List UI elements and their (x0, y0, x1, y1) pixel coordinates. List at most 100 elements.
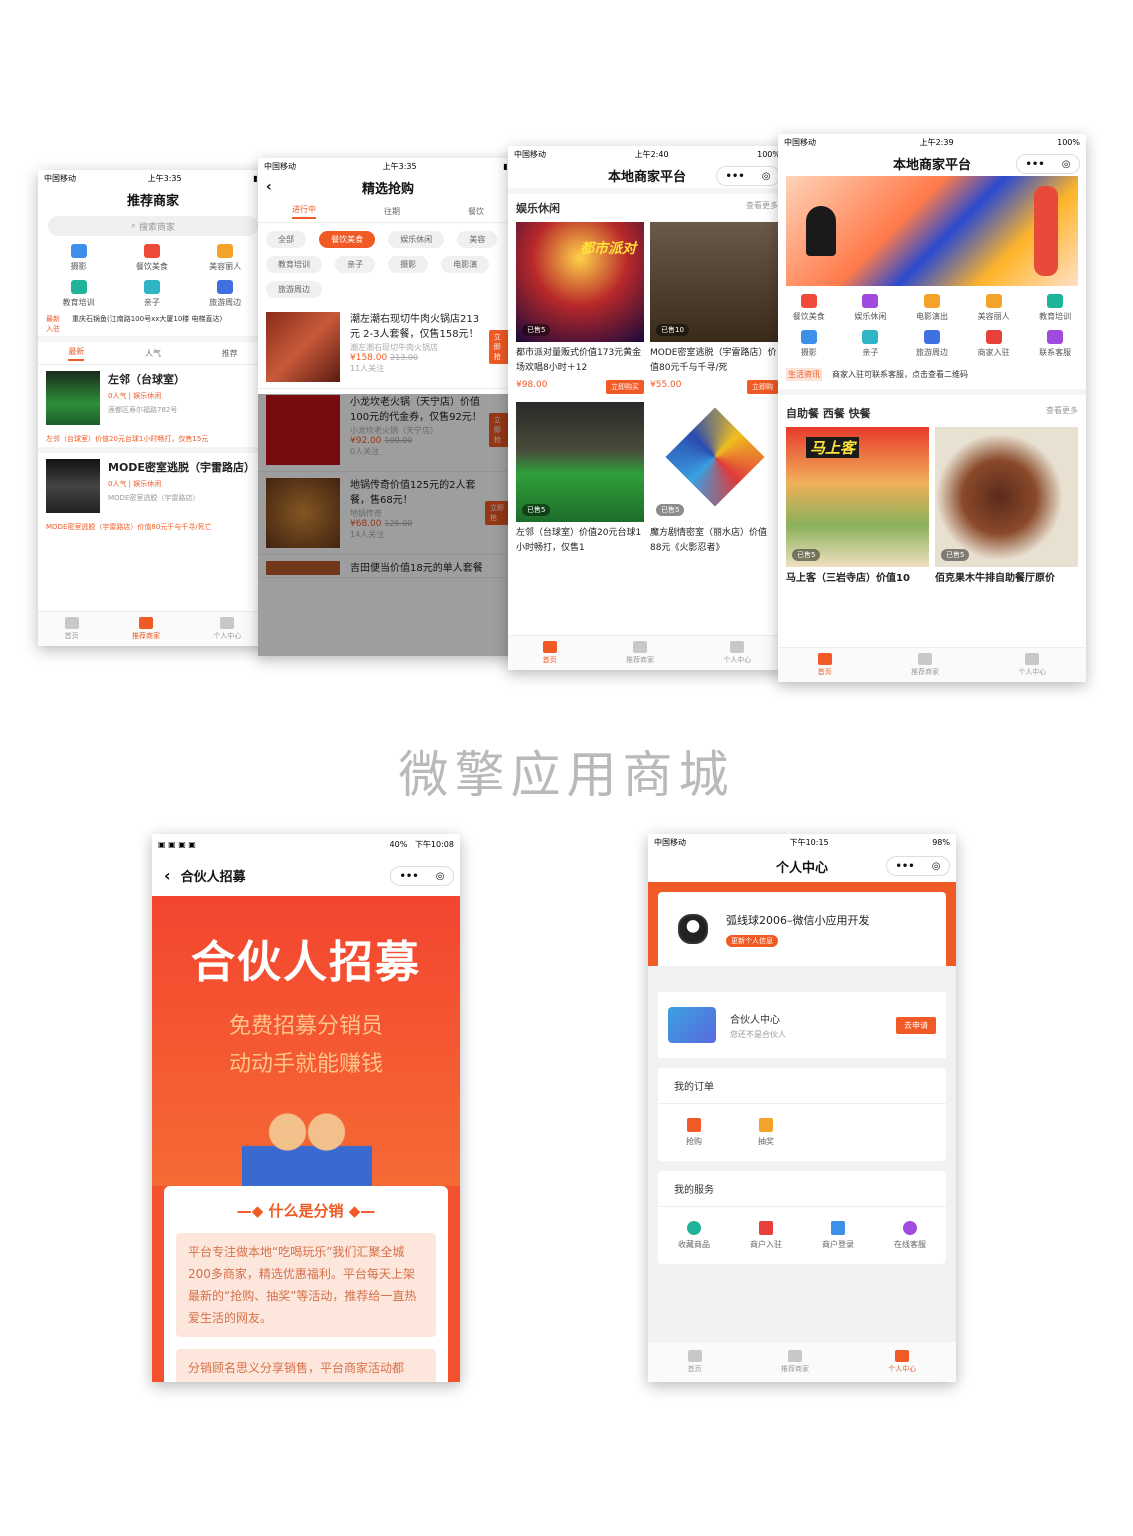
category-item[interactable]: 娱乐休闲 (840, 294, 902, 322)
pill-movie[interactable]: 电影演 (441, 256, 490, 273)
shop-promo[interactable]: 左邻（台球室）价值20元台球1小时畅打，仅售15元 (38, 431, 268, 453)
category-item[interactable]: 美容丽人 (189, 244, 262, 272)
pill-beauty[interactable]: 美容 (457, 231, 498, 248)
more-icon[interactable]: ••• (726, 171, 745, 182)
product-image-text: 都市派对 (580, 241, 636, 257)
tab-past[interactable]: 往期 (384, 206, 400, 217)
back-icon[interactable]: ‹ (164, 866, 171, 885)
nav-bar: 本地商家平台 ••• ◎ (508, 162, 786, 188)
tabbar-home[interactable]: 首页 (64, 617, 79, 641)
close-icon[interactable]: ◎ (762, 171, 771, 182)
gamepad-icon (862, 294, 879, 308)
pill-education[interactable]: 教育培训 (266, 256, 322, 273)
grab-button[interactable]: 立即抢 (488, 330, 510, 364)
product-card[interactable]: 马上客 已售5 马上客（三岩寺店）价值10 (786, 427, 929, 601)
category-item[interactable]: 餐饮美食 (115, 244, 188, 272)
shop-thumbnail (46, 371, 100, 425)
pill-food[interactable]: 餐饮美食 (319, 231, 376, 248)
product-card[interactable]: 已售5 魔方剧情密室（丽水店）价值88元《火影忍者》 (650, 402, 778, 556)
order-grab[interactable]: 抢购 (658, 1118, 730, 1147)
back-icon[interactable]: ‹ (266, 179, 272, 195)
category-item[interactable]: 旅游周边 (901, 330, 963, 358)
mini-program-capsule[interactable]: ••• ◎ (390, 866, 454, 886)
mini-program-capsule[interactable]: ••• ◎ (716, 166, 780, 186)
deal-image (266, 312, 340, 382)
service-merchant-join[interactable]: 商户入驻 (730, 1221, 802, 1250)
more-icon[interactable]: ••• (400, 871, 419, 882)
search-input[interactable]: ⌕ 搜索商家 (48, 216, 258, 236)
category-item[interactable]: 摄影 (42, 244, 115, 272)
close-icon[interactable]: ◎ (436, 871, 445, 882)
tabbar-merchants[interactable]: 推荐商家 (626, 641, 654, 665)
carrier-text: 中国移动 (654, 837, 686, 847)
category-item[interactable]: 摄影 (778, 330, 840, 358)
category-item[interactable]: 联系客服 (1024, 330, 1086, 358)
tabbar-profile[interactable]: 个人中心 (1018, 653, 1046, 677)
tabbar-merchants[interactable]: 推荐商家 (911, 653, 939, 677)
partner-card[interactable]: 合伙人中心 您还不是合伙人 去申请 (658, 992, 946, 1058)
tabbar-profile[interactable]: 个人中心 (213, 617, 241, 641)
pill-entertainment[interactable]: 娱乐休闲 (388, 231, 445, 248)
tab-latest[interactable]: 最新 (68, 346, 85, 361)
shop-item[interactable]: 左邻（台球室） 0人气 | 娱乐休闲 莲都区寿尔福路782号 (38, 365, 268, 431)
product-card[interactable]: 已售5 左邻（台球室）价值20元台球1小时畅打，仅售1 (516, 402, 644, 556)
pill-travel[interactable]: 旅游周边 (266, 281, 322, 298)
deal-item[interactable]: 潮左潮右现切牛肉火锅店213元 2-3人套餐，仅售158元！ 潮左潮右现切牛肉火… (258, 306, 518, 389)
tabbar-home[interactable]: 首页 (687, 1350, 702, 1374)
buy-button[interactable]: 立即购 (747, 380, 778, 394)
category-item[interactable]: 亲子 (840, 330, 902, 358)
category-item[interactable]: 旅游周边 (189, 280, 262, 308)
user-card[interactable]: 弧线球2006–微信小应用开发 更新个人信息 (658, 892, 946, 966)
close-icon[interactable]: ◎ (932, 861, 941, 872)
pill-photo[interactable]: 摄影 (388, 256, 429, 273)
product-card[interactable]: 已售10 MODE密室逃脱（宇雷路店）价值80元千与千寻/死 ¥55.00 立即购 (650, 222, 778, 394)
shop-item[interactable]: MODE密室逃脱（宇雷路店） 0人气 | 娱乐休闲 MODE密室逃脱（宇雷路店） (38, 453, 268, 519)
service-online-support[interactable]: 在线客服 (874, 1221, 946, 1250)
tabbar-home[interactable]: 首页 (542, 641, 557, 665)
pill-family[interactable]: 亲子 (335, 256, 376, 273)
shop-icon (787, 1350, 802, 1362)
mini-program-capsule[interactable]: ••• ◎ (886, 856, 950, 876)
notice-bar[interactable]: 生活资讯 商家入驻可联系客服，点击查看二维码 (778, 366, 1086, 395)
phone-flash-deals: 中国移动 上午3:35 ▮▮ ‹ 精选抢购 进行中 往期 餐饮 全部 餐饮美食 … (258, 158, 518, 656)
view-more-link[interactable]: 查看更多 (1046, 405, 1078, 421)
section-header: 自助餐 西餐 快餐 查看更多 (778, 395, 1086, 427)
tab-filter[interactable]: 餐饮 (468, 206, 484, 217)
category-item[interactable]: 餐饮美食 (778, 294, 840, 322)
more-icon[interactable]: ••• (1026, 159, 1045, 170)
status-tabs: 进行中 往期 餐饮 (258, 200, 518, 223)
update-profile-button[interactable]: 更新个人信息 (726, 934, 778, 947)
buy-button[interactable]: 立即购买 (606, 380, 644, 394)
tabbar-home[interactable]: 首页 (817, 653, 832, 677)
tabbar-profile[interactable]: 个人中心 (888, 1350, 916, 1374)
tab-recommend[interactable]: 推荐 (222, 348, 238, 359)
product-card[interactable]: 都市派对 已售5 都市派对量贩式价值173元黄金场欢唱8小时＋12 ¥98.00… (516, 222, 644, 394)
service-merchant-login[interactable]: 商户登录 (802, 1221, 874, 1250)
tabbar-merchants[interactable]: 推荐商家 (132, 617, 160, 641)
more-icon[interactable]: ••• (896, 861, 915, 872)
hero-banner[interactable] (786, 176, 1078, 286)
close-icon[interactable]: ◎ (1062, 159, 1071, 170)
category-item[interactable]: 亲子 (115, 280, 188, 308)
pill-all[interactable]: 全部 (266, 231, 306, 248)
order-lottery[interactable]: 抽奖 (730, 1118, 802, 1147)
mini-program-capsule[interactable]: ••• ◎ (1016, 154, 1080, 174)
tabbar-profile[interactable]: 个人中心 (723, 641, 751, 665)
avatar (678, 914, 708, 944)
category-item[interactable]: 教育培训 (1024, 294, 1086, 322)
view-more-link[interactable]: 查看更多 (746, 200, 778, 216)
apply-button[interactable]: 去申请 (896, 1016, 936, 1034)
tab-popular[interactable]: 人气 (145, 348, 161, 359)
phone-partner-recruit: ▣ ▣ ▣ ▣ 40% 下午10:08 ‹ 合伙人招募 ••• ◎ 合伙人招募 免… (152, 834, 460, 1382)
tabbar-merchants[interactable]: 推荐商家 (781, 1350, 809, 1374)
notice-bar[interactable]: 最新入驻 重庆石锅鱼(江南路100号xx大厦10楼 电梯直达) (38, 312, 268, 342)
service-favorites[interactable]: 收藏商品 (658, 1221, 730, 1250)
shop-promo[interactable]: MODE密室逃脱（宇雷路店）价值80元千与千寻/死亡 (38, 519, 268, 535)
category-item[interactable]: 商家入驻 (963, 330, 1025, 358)
category-item[interactable]: 美容丽人 (963, 294, 1025, 322)
category-item[interactable]: 电影演出 (901, 294, 963, 322)
product-card[interactable]: 已售5 佰克果木牛排自助餐厅原价 (935, 427, 1078, 601)
info-title-text: 什么是分销 (268, 1202, 344, 1220)
category-item[interactable]: 教育培训 (42, 280, 115, 308)
tab-ongoing[interactable]: 进行中 (292, 204, 316, 219)
